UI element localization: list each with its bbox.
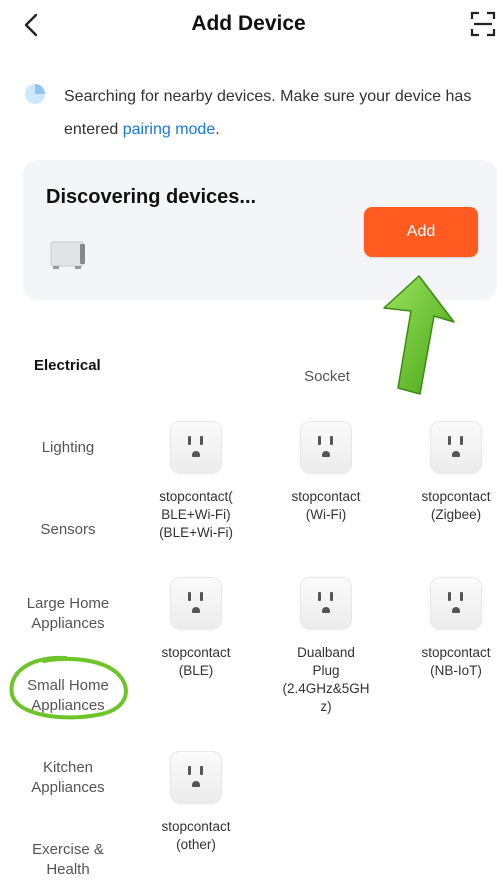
page-title: Add Device (191, 12, 306, 35)
device-name: stopcontact (Wi-Fi) (291, 489, 361, 522)
socket-icon (171, 752, 221, 802)
scan-icon (470, 11, 496, 37)
device-item[interactable]: stopcontact (Wi-Fi) (271, 422, 381, 524)
socket-icon (171, 422, 221, 472)
category-large-home-appliances[interactable]: Large Home Appliances (10, 594, 126, 634)
category-electrical[interactable]: Electrical (34, 356, 150, 376)
category-sensors[interactable]: Sensors (10, 520, 126, 540)
searching-icon (24, 83, 46, 105)
device-item[interactable]: Dualband Plug (2.4GHz&5GH z) (271, 578, 381, 716)
scan-button[interactable] (470, 10, 496, 38)
socket-icon (171, 578, 221, 628)
socket-icon (431, 578, 481, 628)
category-kitchen-appliances[interactable]: Kitchen Appliances (10, 758, 126, 798)
device-item[interactable]: stopcontact (BLE) (141, 578, 251, 680)
device-item[interactable]: stopcontact (other) (141, 752, 251, 854)
add-button[interactable]: Add (364, 207, 478, 257)
device-name: stopcontact (Zigbee) (421, 489, 491, 522)
device-item[interactable]: stopcontact( BLE+Wi-Fi) (BLE+Wi-Fi) (141, 422, 251, 542)
device-name: stopcontact (other) (161, 819, 231, 852)
device-thumbnail-icon (49, 238, 87, 270)
device-name: Dualband Plug (2.4GHz&5GH z) (282, 645, 370, 714)
discover-title: Discovering devices... (46, 186, 257, 208)
device-item[interactable]: stopcontact (Zigbee) (401, 422, 497, 524)
socket-icon (431, 422, 481, 472)
pairing-mode-link[interactable]: pairing mode (123, 121, 216, 138)
category-exercise-health[interactable]: Exercise & Health (10, 840, 126, 880)
device-item[interactable]: stopcontact (NB-IoT) (401, 578, 497, 680)
circle-annotation-icon (6, 652, 132, 724)
category-lighting[interactable]: Lighting (10, 438, 126, 458)
socket-icon (301, 422, 351, 472)
socket-icon (301, 578, 351, 628)
searching-hint: Searching for nearby devices. Make sure … (64, 80, 484, 146)
device-name: stopcontact( BLE+Wi-Fi) (BLE+Wi-Fi) (159, 489, 233, 540)
section-title-socket: Socket (304, 368, 350, 385)
searching-hint-end: . (215, 121, 220, 138)
device-name: stopcontact (NB-IoT) (421, 645, 491, 678)
device-name: stopcontact (BLE) (161, 645, 231, 678)
